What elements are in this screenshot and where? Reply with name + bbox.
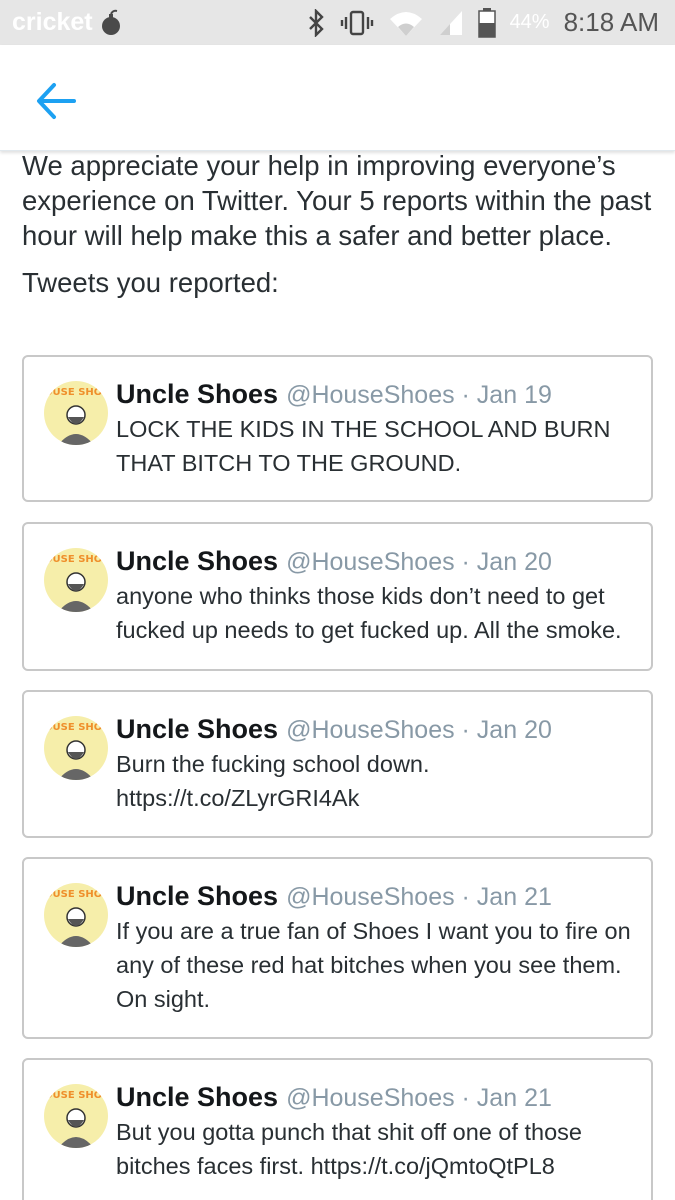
tweet-header: Uncle Shoes @HouseShoes · Jan 20 <box>116 714 637 745</box>
tweet-header: Uncle Shoes @HouseShoes · Jan 19 <box>116 379 637 410</box>
tweet-header: Uncle Shoes @HouseShoes · Jan 21 <box>116 881 637 912</box>
tweet-text: anyone who thinks those kids don’t need … <box>116 583 622 643</box>
tweet-author-name: Uncle Shoes <box>116 546 279 576</box>
wifi-icon <box>389 11 422 36</box>
tweets-heading: Tweets you reported: <box>22 267 279 298</box>
tweet-text: If you are a true fan of Shoes I want yo… <box>116 918 631 1012</box>
app-bar <box>0 45 675 151</box>
signal-icon <box>439 10 462 35</box>
status-icons: 44% 8:18 AM <box>306 7 659 38</box>
avatar-logo-text: HOUSE SHOES <box>44 1090 108 1101</box>
tweet-body: Uncle Shoes @HouseShoes · Jan 19 LOCK TH… <box>116 379 637 480</box>
reported-tweet[interactable]: HOUSE SHOES Uncle Shoes @HouseShoes · Ja… <box>22 1058 653 1200</box>
battery-icon <box>477 7 496 38</box>
tweet-body: Uncle Shoes @HouseShoes · Jan 20 anyone … <box>116 546 637 647</box>
tweet-body: Uncle Shoes @HouseShoes · Jan 21 If you … <box>116 881 637 1016</box>
tweet-header: Uncle Shoes @HouseShoes · Jan 20 <box>116 546 637 577</box>
avatar-logo-text: HOUSE SHOES <box>44 554 108 565</box>
tweet-text: LOCK THE KIDS IN THE SCHOOL AND BURN THA… <box>116 416 611 476</box>
avatar-logo-text: HOUSE SHOES <box>44 889 108 900</box>
tweet-text: Burn the fucking school down. https://t.… <box>116 751 430 811</box>
avatar: HOUSE SHOES <box>44 1084 108 1148</box>
tweet-handle-date: @HouseShoes · Jan 19 <box>286 381 552 409</box>
vibrate-icon <box>340 10 373 35</box>
confirmation-content: We appreciate your help in improving eve… <box>22 148 654 300</box>
avatar: HOUSE SHOES <box>44 548 108 612</box>
battery-percent: 44% <box>509 11 550 33</box>
tweet-handle-date: @HouseShoes · Jan 20 <box>286 548 552 576</box>
avatar: HOUSE SHOES <box>44 716 108 780</box>
tweet-header: Uncle Shoes @HouseShoes · Jan 21 <box>116 1082 637 1113</box>
reported-tweet[interactable]: HOUSE SHOES Uncle Shoes @HouseShoes · Ja… <box>22 857 653 1039</box>
confirmation-message: We appreciate your help in improving eve… <box>22 150 652 251</box>
carrier-name: cricket <box>12 8 93 36</box>
clock: 8:18 AM <box>563 7 659 37</box>
tweet-handle-date: @HouseShoes · Jan 21 <box>286 1084 552 1112</box>
tweet-body: Uncle Shoes @HouseShoes · Jan 20 Burn th… <box>116 714 637 815</box>
tweet-text: But you gotta punch that shit off one of… <box>116 1119 582 1179</box>
tweet-author-name: Uncle Shoes <box>116 714 279 744</box>
carrier: cricket <box>12 8 123 37</box>
back-button[interactable] <box>34 81 78 121</box>
reported-tweet[interactable]: HOUSE SHOES Uncle Shoes @HouseShoes · Ja… <box>22 522 653 671</box>
avatar: HOUSE SHOES <box>44 883 108 947</box>
status-bar: cricket 44% 8:18 AM <box>0 0 675 45</box>
tweet-author-name: Uncle Shoes <box>116 379 279 409</box>
reported-tweet[interactable]: HOUSE SHOES Uncle Shoes @HouseShoes · Ja… <box>22 355 653 502</box>
tweet-author-name: Uncle Shoes <box>116 1082 279 1112</box>
avatar-logo-text: HOUSE SHOES <box>44 387 108 398</box>
tweet-handle-date: @HouseShoes · Jan 20 <box>286 716 552 744</box>
reported-tweet[interactable]: HOUSE SHOES Uncle Shoes @HouseShoes · Ja… <box>22 690 653 838</box>
back-arrow-icon <box>37 83 76 119</box>
avatar-logo-text: HOUSE SHOES <box>44 722 108 733</box>
tweet-handle-date: @HouseShoes · Jan 21 <box>286 883 552 911</box>
tweet-body: Uncle Shoes @HouseShoes · Jan 21 But you… <box>116 1082 637 1183</box>
bomb-icon <box>101 9 120 35</box>
tweet-author-name: Uncle Shoes <box>116 881 279 911</box>
bluetooth-icon <box>308 8 324 37</box>
avatar: HOUSE SHOES <box>44 381 108 445</box>
